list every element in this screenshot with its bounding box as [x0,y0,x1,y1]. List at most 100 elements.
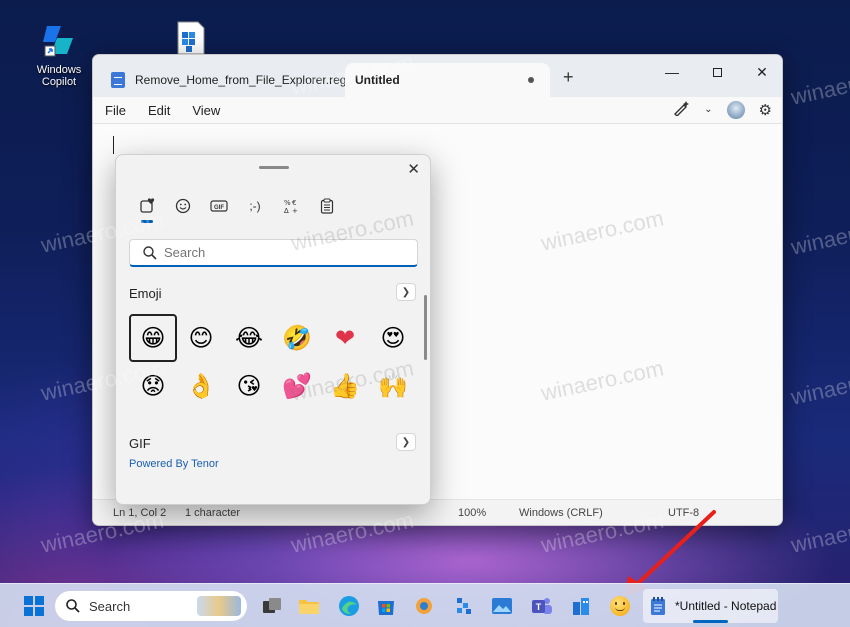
emoji-heart[interactable]: ❤ [321,314,369,362]
emoji-panel-close-button[interactable]: ✕ [407,160,420,178]
emoji-category-tabs: GIF ;-) % € ∆ + [136,195,338,223]
menu-bar: File Edit View ⌄ ⚙ [93,97,782,123]
taskbar-notepad-label: *Untitled - Notepad [675,599,777,613]
chevron-down-icon[interactable]: ⌄ [704,104,712,115]
menu-view[interactable]: View [192,103,220,118]
new-tab-button[interactable]: + [563,67,574,88]
chevron-right-icon: ❯ [401,436,411,448]
minimize-button[interactable]: — [652,59,692,85]
task-view-button[interactable] [258,592,286,620]
watermark: winaero.com [788,507,850,558]
photos-button[interactable] [488,592,516,620]
desktop-icon-copilot[interactable]: Windows Copilot [24,20,94,88]
taskbar-notepad-button[interactable]: *Untitled - Notepad [643,589,778,623]
emoji-joy[interactable]: 😂 [225,314,273,362]
tab-label: Untitled [355,73,400,87]
store-button[interactable] [372,592,400,620]
teams-icon: T [532,598,552,614]
emoji-panel-button[interactable] [606,592,634,620]
emoji-grinning[interactable]: 😁 [129,314,177,362]
kaomoji-icon: ;-) [249,199,261,213]
task-view-icon [263,598,281,613]
status-zoom: 100% [458,507,487,519]
gif-section-title: GIF [129,436,151,451]
status-line-ending: Windows (CRLF) [519,507,603,519]
emoji-smiling[interactable]: 😊 [177,314,225,362]
tab-clipboard[interactable] [316,195,338,217]
emoji-search-input[interactable] [164,245,394,260]
search-icon [143,245,157,260]
app-icon [416,598,432,614]
status-characters: 1 character [185,507,241,519]
svg-text:+: + [292,207,298,214]
tab-emoji[interactable] [172,195,194,217]
svg-text:∆: ∆ [283,207,289,214]
emoji-section-title: Emoji [129,286,162,301]
close-button[interactable]: ✕ [742,59,782,85]
emoji-panel: ✕ GIF ;-) % € ∆ + Search Emoji ❯ 😁 😊 😂 🤣… [115,154,431,505]
status-encoding: UTF-8 [668,507,700,519]
desktop-icon-label: Windows Copilot [36,64,82,88]
drag-handle[interactable] [259,166,289,169]
emoji-kiss[interactable]: 😘 [225,362,273,410]
watermark: winaero.com [788,59,850,110]
app-button[interactable] [410,592,438,620]
menu-edit[interactable]: Edit [148,103,170,118]
regedit-button[interactable] [450,592,478,620]
emoji-thumbs-up[interactable]: 👍 [321,362,369,410]
tab-gif[interactable]: GIF [208,195,230,217]
emoji-section-more-button[interactable]: ❯ [396,283,416,301]
copilot-icon [39,20,79,60]
favorites-icon [140,198,155,213]
menu-file[interactable]: File [105,103,126,118]
search-icon [66,599,80,613]
registry-editor-icon [457,598,471,614]
copilot-rewrite-button[interactable] [672,100,690,119]
emoji-search-field[interactable] [129,239,418,267]
svg-text:€: € [292,199,296,207]
emoji-rofl[interactable]: 🤣 [273,314,321,362]
emoji-scrollbar[interactable] [424,295,427,360]
sparkle-pen-icon [674,101,690,117]
watermark: winaero.com [788,209,850,260]
tab-symbols[interactable]: % € ∆ + [280,195,302,217]
tab-untitled[interactable]: Untitled [345,63,550,97]
svg-text:T: T [536,602,542,612]
edge-icon [339,596,359,616]
watermark: winaero.com [788,359,850,410]
edge-button[interactable] [335,592,363,620]
maximize-icon [712,67,722,77]
tab-reg-file[interactable]: Remove_Home_from_File_Explorer.reg [103,63,353,97]
tab-favorites[interactable] [136,195,158,223]
status-position: Ln 1, Col 2 [113,507,167,519]
teams-button[interactable]: T [528,592,556,620]
emoji-worried[interactable]: 😟 [129,362,177,410]
emoji-raised-hands[interactable]: 🙌 [369,362,417,410]
taskbar-search-label: Search [89,598,131,614]
file-explorer-button[interactable] [295,592,323,620]
search-highlight-image [197,596,241,616]
emoji-ok-hand[interactable]: 👌 [177,362,225,410]
powered-by-tenor-link[interactable]: Powered By Tenor [129,458,219,470]
taskbar: Search T *Untitled - Notepad [0,583,850,627]
notepad-icon [651,597,665,615]
taskbar-search-box[interactable]: Search [55,591,247,621]
settings-gear-icon[interactable]: ⚙ [759,101,772,119]
photos-icon [492,598,512,614]
emoji-icon [175,198,191,214]
tab-kaomoji[interactable]: ;-) [244,195,266,217]
clipboard-icon [320,198,334,214]
folder-icon [299,600,319,614]
close-icon: ✕ [407,161,420,178]
emoji-heart-eyes[interactable]: 😍 [369,314,417,362]
minimize-icon: — [665,64,679,80]
account-avatar[interactable] [726,100,745,119]
maximize-button[interactable] [697,59,737,85]
gif-section-more-button[interactable]: ❯ [396,433,416,451]
emoji-grid: 😁 😊 😂 🤣 ❤ 😍 😟 👌 😘 💕 👍 🙌 [129,314,409,410]
emoji-two-hearts[interactable]: 💕 [273,362,321,410]
start-button[interactable] [20,592,48,620]
app-button-2[interactable] [567,592,595,620]
close-icon: ✕ [756,63,768,80]
notepad-icon [111,72,125,88]
